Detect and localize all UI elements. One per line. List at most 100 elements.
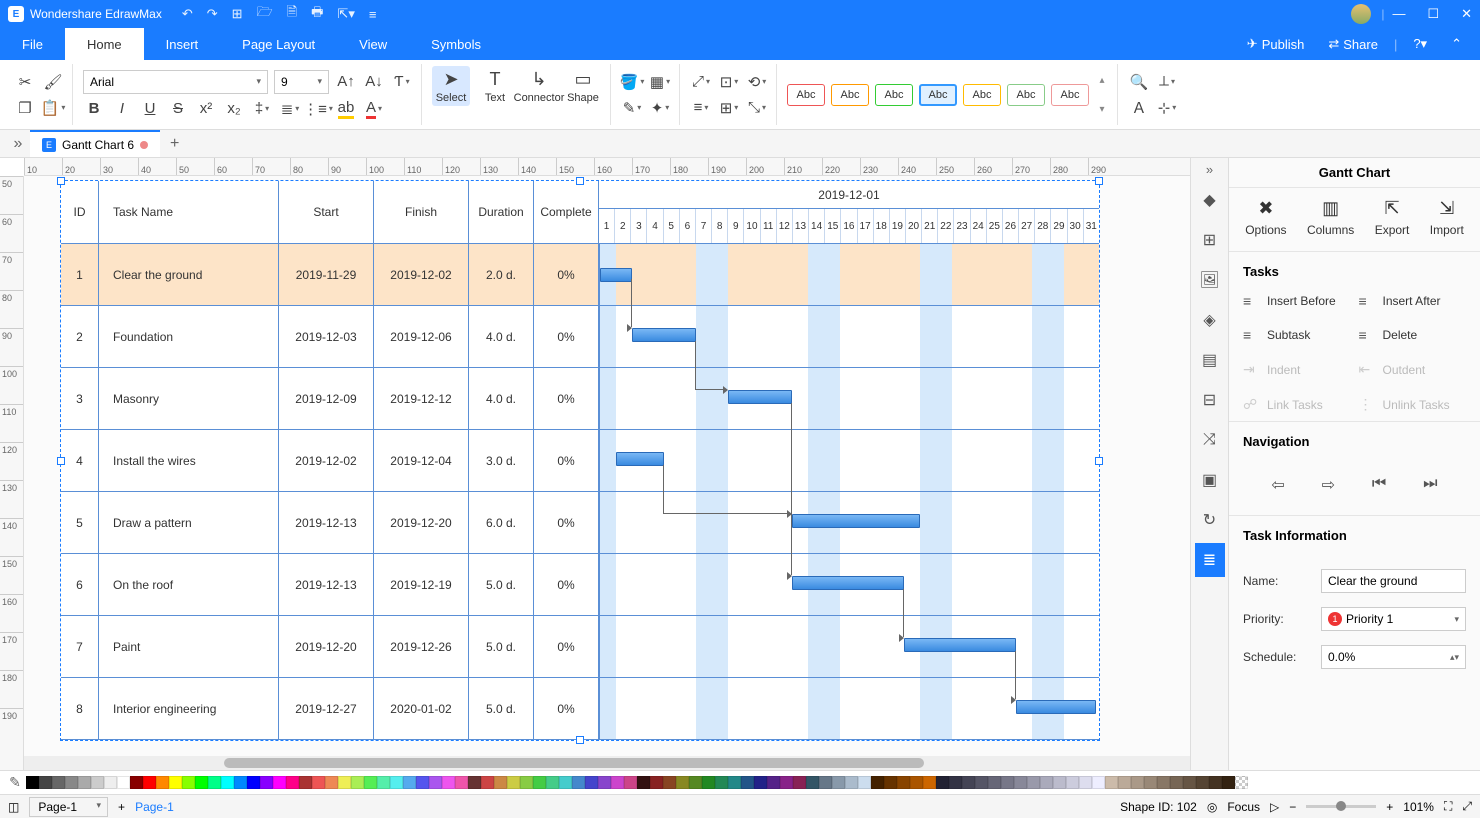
color-swatch[interactable] bbox=[767, 776, 780, 789]
color-swatch[interactable] bbox=[819, 776, 832, 789]
color-swatch[interactable] bbox=[910, 776, 923, 789]
color-swatch[interactable] bbox=[1092, 776, 1105, 789]
gantt-bar[interactable] bbox=[728, 390, 792, 404]
color-swatch[interactable] bbox=[143, 776, 156, 789]
gantt-bar[interactable] bbox=[600, 268, 632, 282]
color-swatch[interactable] bbox=[689, 776, 702, 789]
selection-handle[interactable] bbox=[576, 177, 584, 185]
copy-icon[interactable]: ❐ bbox=[14, 97, 36, 119]
save-icon[interactable]: 🗎 bbox=[287, 3, 297, 25]
color-swatch[interactable] bbox=[702, 776, 715, 789]
color-swatch[interactable] bbox=[949, 776, 962, 789]
line-spacing-icon[interactable]: ‡ bbox=[251, 98, 273, 120]
connector-tool[interactable]: ↳Connector bbox=[520, 66, 558, 106]
nav-prev-icon[interactable]: ⇦ bbox=[1271, 475, 1284, 495]
panel-tool-import[interactable]: ⇲Import bbox=[1430, 198, 1464, 237]
image-icon[interactable]: 🖼 bbox=[1195, 263, 1225, 297]
canvas[interactable]: IDTask NameStartFinishDurationComplete20… bbox=[24, 176, 1190, 756]
task-btn-insert-before[interactable]: ≡Insert Before bbox=[1243, 289, 1351, 313]
fill-icon[interactable]: 🪣 bbox=[621, 71, 643, 93]
color-swatch[interactable] bbox=[286, 776, 299, 789]
gantt-bar[interactable] bbox=[792, 576, 904, 590]
color-swatch[interactable] bbox=[156, 776, 169, 789]
shape-style-1[interactable]: Abc bbox=[831, 84, 869, 106]
bold-icon[interactable]: B bbox=[83, 98, 105, 120]
shape-style-3[interactable]: Abc bbox=[919, 84, 957, 106]
color-swatch[interactable] bbox=[39, 776, 52, 789]
shape-style-0[interactable]: Abc bbox=[787, 84, 825, 106]
undo-icon[interactable]: ↶ bbox=[182, 6, 193, 22]
gantt-chart[interactable]: IDTask NameStartFinishDurationComplete20… bbox=[60, 180, 1100, 741]
export-icon[interactable]: ⇱▾ bbox=[337, 6, 354, 22]
color-swatch[interactable] bbox=[468, 776, 481, 789]
table-row[interactable]: 7Paint2019-12-202019-12-265.0 d.0% bbox=[61, 616, 1099, 678]
color-swatch[interactable] bbox=[1001, 776, 1014, 789]
name-input[interactable]: Clear the ground bbox=[1321, 569, 1466, 593]
color-swatch[interactable] bbox=[780, 776, 793, 789]
color-swatch[interactable] bbox=[416, 776, 429, 789]
maximize-button[interactable]: ☐ bbox=[1427, 6, 1439, 22]
color-swatch[interactable] bbox=[78, 776, 91, 789]
color-swatch[interactable] bbox=[1170, 776, 1183, 789]
subscript-icon[interactable]: x₂ bbox=[223, 98, 245, 120]
expand-tabs-icon[interactable]: » bbox=[6, 135, 30, 153]
color-swatch[interactable] bbox=[1131, 776, 1144, 789]
color-swatch[interactable] bbox=[884, 776, 897, 789]
focus-label[interactable]: Focus bbox=[1227, 800, 1260, 814]
color-swatch[interactable] bbox=[676, 776, 689, 789]
color-swatch[interactable] bbox=[611, 776, 624, 789]
color-swatch[interactable] bbox=[273, 776, 286, 789]
color-swatch[interactable] bbox=[91, 776, 104, 789]
table-row[interactable]: 4Install the wires2019-12-022019-12-043.… bbox=[61, 430, 1099, 492]
color-swatch[interactable] bbox=[260, 776, 273, 789]
color-swatch[interactable] bbox=[364, 776, 377, 789]
highlight-icon[interactable]: ab bbox=[335, 98, 357, 120]
panel-tool-export[interactable]: ⇱Export bbox=[1375, 198, 1410, 237]
page-icon[interactable]: ▤ bbox=[1195, 343, 1225, 377]
pages-view-icon[interactable]: ◫ bbox=[8, 800, 19, 814]
collapse-ribbon-button[interactable]: ⌃ bbox=[1443, 36, 1470, 52]
shadow-icon[interactable]: ▦ bbox=[649, 71, 671, 93]
menu-tab-view[interactable]: View bbox=[337, 28, 409, 60]
color-swatch[interactable] bbox=[299, 776, 312, 789]
color-swatch[interactable] bbox=[572, 776, 585, 789]
shape-style-5[interactable]: Abc bbox=[1007, 84, 1045, 106]
color-swatch[interactable] bbox=[741, 776, 754, 789]
color-swatch[interactable] bbox=[650, 776, 663, 789]
color-swatch[interactable] bbox=[806, 776, 819, 789]
zoom-out-icon[interactable]: − bbox=[1289, 800, 1296, 814]
gantt-bar[interactable] bbox=[1016, 700, 1096, 714]
color-swatch[interactable] bbox=[1014, 776, 1027, 789]
shape-tool[interactable]: ▭Shape bbox=[564, 66, 602, 106]
menu-tab-symbols[interactable]: Symbols bbox=[409, 28, 503, 60]
color-swatch[interactable] bbox=[793, 776, 806, 789]
color-swatch[interactable] bbox=[923, 776, 936, 789]
publish-button[interactable]: ✈ Publish bbox=[1239, 36, 1313, 52]
selection-handle[interactable] bbox=[576, 736, 584, 744]
gantt-bar[interactable] bbox=[904, 638, 1016, 652]
color-swatch[interactable] bbox=[1040, 776, 1053, 789]
cut-icon[interactable]: ✂ bbox=[14, 71, 36, 93]
underline-icon[interactable]: U bbox=[139, 98, 161, 120]
line-color-icon[interactable]: ✎ bbox=[621, 97, 643, 119]
color-swatch[interactable] bbox=[221, 776, 234, 789]
color-swatch[interactable] bbox=[832, 776, 845, 789]
color-swatch[interactable] bbox=[533, 776, 546, 789]
zoom-in-icon[interactable]: + bbox=[1386, 800, 1393, 814]
new-icon[interactable]: ⊞ bbox=[232, 6, 243, 22]
table-row[interactable]: 2Foundation2019-12-032019-12-064.0 d.0% bbox=[61, 306, 1099, 368]
nav-next-icon[interactable]: ⇨ bbox=[1322, 475, 1335, 495]
color-swatch[interactable] bbox=[715, 776, 728, 789]
color-swatch[interactable] bbox=[1118, 776, 1131, 789]
table-row[interactable]: 8Interior engineering2019-12-272020-01-0… bbox=[61, 678, 1099, 740]
select-tool-icon[interactable]: ⊹ bbox=[1156, 97, 1178, 119]
schedule-input[interactable]: 0.0%▴▾ bbox=[1321, 645, 1466, 669]
document-tab[interactable]: E Gantt Chart 6 bbox=[30, 130, 160, 157]
qat-more-icon[interactable]: ≡ bbox=[369, 7, 377, 22]
gantt-bar[interactable] bbox=[632, 328, 696, 342]
expand-panel-icon[interactable]: » bbox=[1206, 162, 1213, 177]
active-page[interactable]: Page-1 bbox=[135, 800, 174, 814]
shape-style-more[interactable]: ▴▾ bbox=[1095, 75, 1109, 115]
horizontal-scrollbar[interactable] bbox=[24, 756, 1190, 770]
find-icon[interactable]: 🔍 bbox=[1128, 71, 1150, 93]
